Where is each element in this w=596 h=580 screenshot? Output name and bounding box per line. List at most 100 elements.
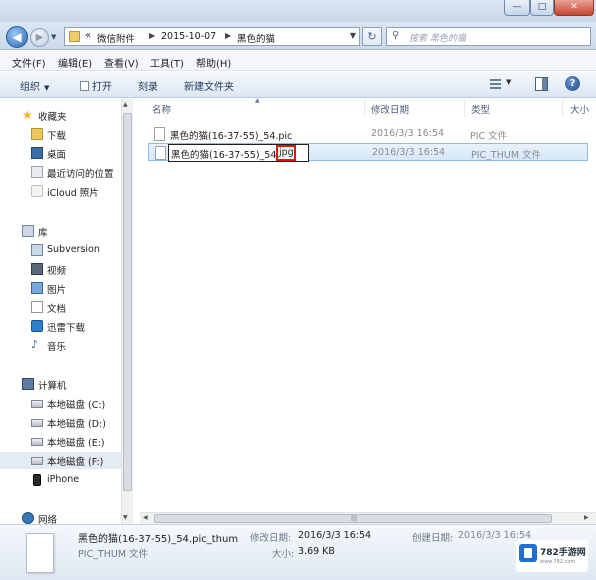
horizontal-scrollbar[interactable]: ◀ ||| ▶ <box>140 512 596 524</box>
details-size-label: 大小: <box>272 549 295 560</box>
column-divider[interactable] <box>364 99 365 117</box>
sort-ascending-icon: ▲ <box>255 97 260 104</box>
sidebar-item-videos[interactable]: 视频 <box>0 261 121 278</box>
file-date: 2016/3/3 16:54 <box>371 128 445 139</box>
view-list-icon <box>490 79 501 89</box>
sidebar-item-subversion[interactable]: Subversion <box>0 242 121 259</box>
music-icon: ♪ <box>31 338 39 351</box>
phone-icon <box>33 474 41 486</box>
sidebar-item-iphone[interactable]: iPhone <box>0 472 121 489</box>
icloud-icon <box>31 185 43 197</box>
picture-icon <box>31 282 43 294</box>
column-header-size[interactable]: 大小 <box>570 102 589 116</box>
column-header-name[interactable]: 名称 <box>152 102 171 116</box>
sidebar-item-pictures[interactable]: 图片 <box>0 280 121 297</box>
rename-input[interactable]: 黑色的猫(16-37-55)_54. jpg <box>168 144 309 162</box>
sidebar-item-label: 本地磁盘 (F:) <box>47 457 104 468</box>
breadcrumb-item[interactable]: 2015-10-07 <box>161 31 216 42</box>
network-icon <box>22 512 34 524</box>
star-icon: ★ <box>22 108 33 122</box>
rename-base-text: 黑色的猫(16-37-55)_54. <box>171 150 280 161</box>
sidebar-item-drive-d[interactable]: 本地磁盘 (D:) <box>0 414 121 431</box>
breadcrumb-separator-icon[interactable]: ▶ <box>149 31 155 40</box>
chevron-down-icon: ▼ <box>506 78 512 86</box>
column-divider[interactable] <box>562 99 563 117</box>
scroll-left-icon[interactable]: ◀ <box>143 514 148 521</box>
details-filetype: PIC_THUM 文件 <box>78 549 149 560</box>
change-view-button[interactable]: ▼ <box>488 77 516 92</box>
download-icon <box>31 320 43 332</box>
recent-pages-dropdown[interactable]: ▼ <box>51 33 56 41</box>
help-button[interactable]: ? <box>565 76 580 91</box>
address-dropdown-icon[interactable]: ▼ <box>350 31 356 40</box>
rename-extension-highlight: jpg <box>276 145 296 161</box>
sidebar-item-recent-places[interactable]: 最近访问的位置 <box>0 164 121 181</box>
column-header-type[interactable]: 类型 <box>471 102 490 116</box>
menu-file[interactable]: 文件(F) <box>12 55 46 70</box>
open-file-icon <box>80 81 89 91</box>
address-bar[interactable]: « 微信附件 ▶ 2015-10-07 ▶ 黑色的猫 ▼ <box>64 27 360 46</box>
horizontal-scroll-thumb[interactable]: ||| <box>154 514 552 523</box>
sidebar-item-drive-c[interactable]: 本地磁盘 (C:) <box>0 395 121 412</box>
sidebar-item-computer[interactable]: 计算机 <box>0 376 121 393</box>
maximize-icon: □ <box>537 2 547 12</box>
file-row[interactable]: 黑色的猫(16-37-55)_54.pic 2016/3/3 16:54 PIC… <box>148 125 588 143</box>
breadcrumb-overflow-button[interactable]: « <box>85 30 91 41</box>
navigation-pane: ★ 收藏夹 下载 桌面 最近访问的位置 iCloud 照片 库 Subversi… <box>0 99 133 526</box>
close-button[interactable]: ✕ <box>554 0 594 16</box>
breadcrumb-item[interactable]: 微信附件 <box>97 31 135 45</box>
column-divider[interactable] <box>464 99 465 117</box>
forward-button[interactable]: ▶ <box>30 28 49 47</box>
file-type: PIC 文件 <box>470 131 508 142</box>
new-folder-button[interactable]: 新建文件夹 <box>184 78 234 93</box>
sidebar-item-label: iCloud 照片 <box>47 188 99 199</box>
burn-button[interactable]: 刻录 <box>138 78 158 93</box>
refresh-button[interactable]: ↻ <box>362 27 382 46</box>
maximize-button[interactable]: □ <box>530 0 554 16</box>
navigation-pane-scroll-thumb[interactable] <box>123 113 132 491</box>
column-header-date-modified[interactable]: 修改日期 <box>371 102 409 116</box>
sidebar-item-desktop[interactable]: 桌面 <box>0 145 121 162</box>
details-created-label: 创建日期: <box>412 533 454 544</box>
drive-icon <box>31 419 43 427</box>
file-icon <box>155 146 166 160</box>
preview-pane-button[interactable] <box>535 77 548 91</box>
sidebar-item-libraries[interactable]: 库 <box>0 223 121 240</box>
file-type: PIC_THUM 文件 <box>471 150 542 161</box>
recent-places-icon <box>31 166 43 178</box>
breadcrumb-item[interactable]: 黑色的猫 <box>237 31 275 45</box>
back-button[interactable]: ◀ <box>6 26 28 48</box>
scroll-right-icon[interactable]: ▶ <box>584 514 589 521</box>
menu-tools[interactable]: 工具(T) <box>150 55 184 70</box>
computer-icon <box>22 378 34 390</box>
scroll-up-icon[interactable]: ▲ <box>123 101 128 108</box>
sidebar-item-music[interactable]: ♪ 音乐 <box>0 337 121 354</box>
search-input[interactable]: ⚲ 搜索 黑色的猫 <box>386 27 591 46</box>
sidebar-item-thunder-downloads[interactable]: 迅雷下载 <box>0 318 121 335</box>
organize-button[interactable]: 组织 ▼ <box>20 78 49 93</box>
scroll-down-icon[interactable]: ▼ <box>123 514 128 521</box>
sidebar-item-label: 文档 <box>47 304 67 315</box>
watermark-logo-icon <box>519 544 537 562</box>
sidebar-item-icloud-photos[interactable]: iCloud 照片 <box>0 183 121 200</box>
menu-help[interactable]: 帮助(H) <box>196 55 231 70</box>
navigation-bar: ◀ ▶ ▼ « 微信附件 ▶ 2015-10-07 ▶ 黑色的猫 ▼ ↻ ⚲ 搜… <box>0 22 596 50</box>
command-toolbar: 组织 ▼ 打开 刻录 新建文件夹 ▼ ? <box>0 72 596 98</box>
file-thumbnail-icon <box>26 533 54 573</box>
menu-edit[interactable]: 编辑(E) <box>58 55 92 70</box>
search-icon: ⚲ <box>392 30 400 41</box>
drive-icon <box>31 400 43 408</box>
file-date: 2016/3/3 16:54 <box>372 147 446 158</box>
sidebar-item-drive-f[interactable]: 本地磁盘 (F:) <box>0 452 121 469</box>
sidebar-item-favorites[interactable]: ★ 收藏夹 <box>0 107 121 124</box>
details-modified-label: 修改日期: <box>250 533 292 544</box>
minimize-button[interactable]: — <box>504 0 530 16</box>
sidebar-item-documents[interactable]: 文档 <box>0 299 121 316</box>
open-button[interactable]: 打开 <box>80 78 112 93</box>
menu-view[interactable]: 查看(V) <box>104 55 139 70</box>
sidebar-item-drive-e[interactable]: 本地磁盘 (E:) <box>0 433 121 450</box>
sidebar-item-downloads[interactable]: 下载 <box>0 126 121 143</box>
drive-icon <box>31 438 43 446</box>
breadcrumb-separator-icon[interactable]: ▶ <box>225 31 231 40</box>
menu-bar: 文件(F) 编辑(E) 查看(V) 工具(T) 帮助(H) <box>0 51 596 71</box>
